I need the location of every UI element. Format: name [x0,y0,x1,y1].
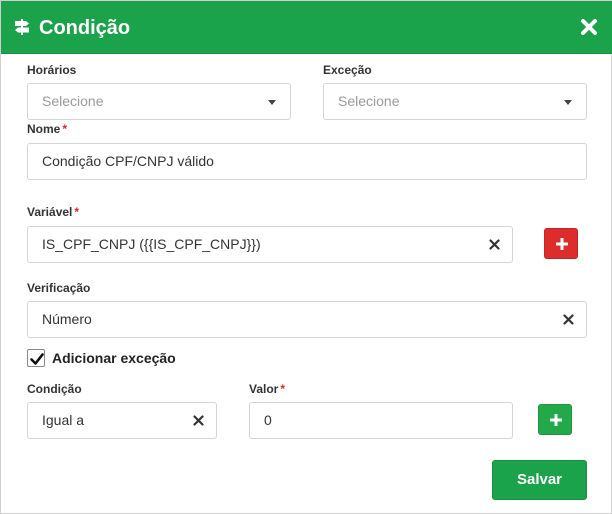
variavel-label-text: Variável [27,205,73,219]
verificacao-value: Número [42,311,92,327]
variavel-select[interactable]: IS_CPF_CNPJ ({{IS_CPF_CNPJ}}) [27,226,513,263]
nome-label: Nome * [27,122,67,136]
variavel-value: IS_CPF_CNPJ ({{IS_CPF_CNPJ}}) [42,236,261,252]
clear-icon[interactable] [193,415,204,426]
verificacao-select[interactable]: Número [27,301,587,338]
clear-icon[interactable] [563,314,574,325]
valor-label: Valor * [249,382,285,396]
chevron-down-icon [564,100,572,105]
horarios-label: Horários [27,63,77,77]
valor-value: 0 [264,412,272,428]
plus-icon [556,238,568,250]
add-variable-button[interactable] [544,228,578,259]
clear-icon[interactable] [489,239,500,250]
checkmark-icon [30,353,44,365]
variavel-label: Variável * [27,205,79,219]
nome-value: Condição CPF/CNPJ válido [42,153,214,169]
required-mark: * [74,205,80,219]
excecao-label: Exceção [323,63,372,77]
horarios-select[interactable]: Selecione [27,83,291,120]
excecao-select[interactable]: Selecione [323,83,587,120]
save-button[interactable]: Salvar [492,460,587,500]
valor-label-text: Valor [249,382,279,396]
required-mark: * [280,382,286,396]
add-condition-button[interactable] [538,404,572,435]
nome-input[interactable]: Condição CPF/CNPJ válido [27,143,587,180]
excecao-placeholder: Selecione [338,93,400,109]
adicionar-excecao-label[interactable]: Adicionar exceção [52,350,176,366]
close-icon[interactable] [579,17,599,37]
dialog-title: Condição [39,17,131,39]
required-mark: * [62,122,68,136]
verificacao-label: Verificação [27,281,91,295]
condicao-value: Igual a [42,412,85,428]
horarios-placeholder: Selecione [42,93,104,109]
condicao-label: Condição [27,382,82,396]
condition-dialog: Condição Horários Selecione Exceção Sele… [0,0,612,514]
dialog-header: Condição [1,1,612,54]
chevron-down-icon [268,100,276,105]
condicao-select[interactable]: Igual a [27,402,217,439]
valor-input[interactable]: 0 [249,402,513,439]
plus-icon [550,414,562,426]
signpost-icon [15,19,29,35]
adicionar-excecao-checkbox[interactable] [27,349,45,367]
nome-label-text: Nome [27,122,61,136]
